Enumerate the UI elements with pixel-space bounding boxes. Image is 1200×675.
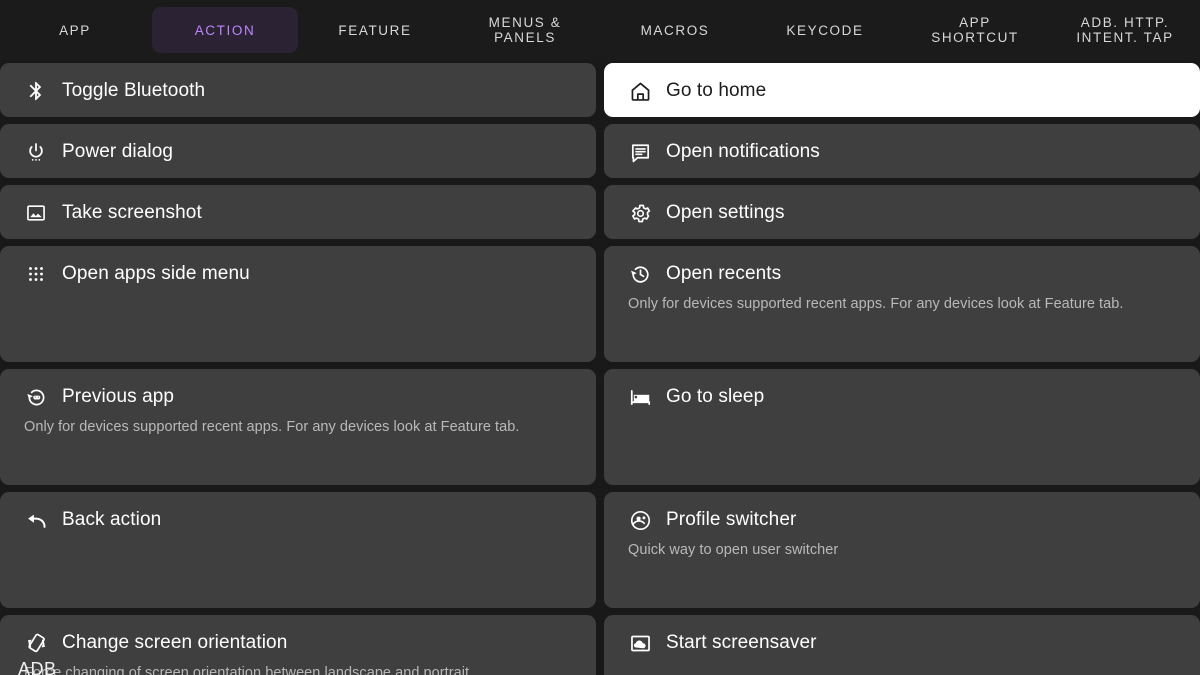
action-card[interactable]: Go to sleep [604,369,1200,485]
tab-action[interactable]: ACTION [152,7,298,53]
profile-switch-icon [628,508,652,532]
action-card-header: Start screensaver [628,632,1180,654]
action-card-title: Go to sleep [666,386,765,407]
action-card[interactable]: Go to home [604,63,1200,117]
previous-app-icon [24,385,48,409]
action-card-description: Only for devices supported recent apps. … [24,419,520,435]
notifications-icon [628,140,652,164]
tab-adb-http-intent-tap[interactable]: ADB. HTTP. INTENT. TAP [1052,7,1198,53]
action-card-title: Open notifications [666,141,820,162]
tab-menus-panels[interactable]: MENUS & PANELS [452,7,598,53]
action-card-title: Start screensaver [666,632,817,653]
action-card-header: Power dialog [24,141,576,163]
screen-rotation-icon [24,631,48,655]
action-card[interactable]: Open notifications [604,124,1200,178]
action-card[interactable]: Toggle Bluetooth [0,63,596,117]
action-card[interactable]: Take screenshot [0,185,596,239]
power-icon [24,140,48,164]
action-card-title: Profile switcher [666,509,797,530]
left-action-column: Toggle Bluetooth Power dialog Take screens… [0,60,596,675]
action-card-title: Go to home [666,80,767,101]
action-card-title: Toggle Bluetooth [62,80,206,101]
back-arrow-icon [24,508,48,532]
action-card[interactable]: Open apps side menu [0,246,596,362]
action-card-header: Previous app [24,386,576,408]
action-card-title: Take screenshot [62,202,202,223]
action-card-header: Take screenshot [24,202,576,224]
tab-macros[interactable]: MACROS [602,7,748,53]
action-cards-content: Toggle Bluetooth Power dialog Take screens… [0,60,1200,675]
tab-app-shortcut[interactable]: APP SHORTCUT [902,7,1048,53]
action-card-title: Change screen orientation [62,632,288,653]
action-list-screen: APP ACTION FEATURE MENUS & PANELS MACROS KEYC… [0,0,1200,675]
action-card-header: Open apps side menu [24,263,576,285]
action-card-title: Open settings [666,202,785,223]
action-card[interactable]: Power dialog [0,124,596,178]
bluetooth-icon [24,79,48,103]
action-card[interactable]: Back action [0,492,596,608]
action-card[interactable]: Profile switcher Quick way to open user s… [604,492,1200,608]
action-card-description: Quick way to open user switcher [628,542,839,558]
action-card-description: Force changing of screen orientation bet… [24,665,470,675]
action-card-header: Back action [24,509,576,531]
action-card-description: Only for devices supported recent apps. … [628,296,1124,312]
action-card[interactable]: Previous app Only for devices supported r… [0,369,596,485]
screensaver-icon [628,631,652,655]
action-card[interactable]: Open settings [604,185,1200,239]
action-card[interactable]: Open recents Only for devices supported r… [604,246,1200,362]
history-icon [628,262,652,286]
screenshot-image-icon [24,201,48,225]
action-card-header: Go to home [628,80,1180,102]
tab-app[interactable]: APP [2,7,148,53]
action-card[interactable]: Change screen orientation Force changing … [0,615,596,675]
action-card-title: Back action [62,509,162,530]
right-action-column: Go to home Open notifications Open setting… [604,60,1200,675]
action-card-header: Go to sleep [628,386,1180,408]
action-card-header: Toggle Bluetooth [24,80,576,102]
home-icon [628,79,652,103]
action-card-header: Change screen orientation [24,632,576,654]
gear-icon [628,201,652,225]
tab-keycode[interactable]: KEYCODE [752,7,898,53]
action-card-title: Power dialog [62,141,174,162]
action-card-header: Profile switcher [628,509,1180,531]
action-card-header: Open recents [628,263,1180,285]
action-card-header: Open settings [628,202,1180,224]
tab-feature[interactable]: FEATURE [302,7,448,53]
apps-grid-icon [24,262,48,286]
action-card-title: Open recents [666,263,782,284]
action-card-title: Previous app [62,386,175,407]
action-card-header: Open notifications [628,141,1180,163]
action-card[interactable]: Start screensaver [604,615,1200,675]
action-card-title: Open apps side menu [62,263,250,284]
bed-sleep-icon [628,385,652,409]
tab-bar: APP ACTION FEATURE MENUS & PANELS MACROS KEYC… [0,0,1200,60]
